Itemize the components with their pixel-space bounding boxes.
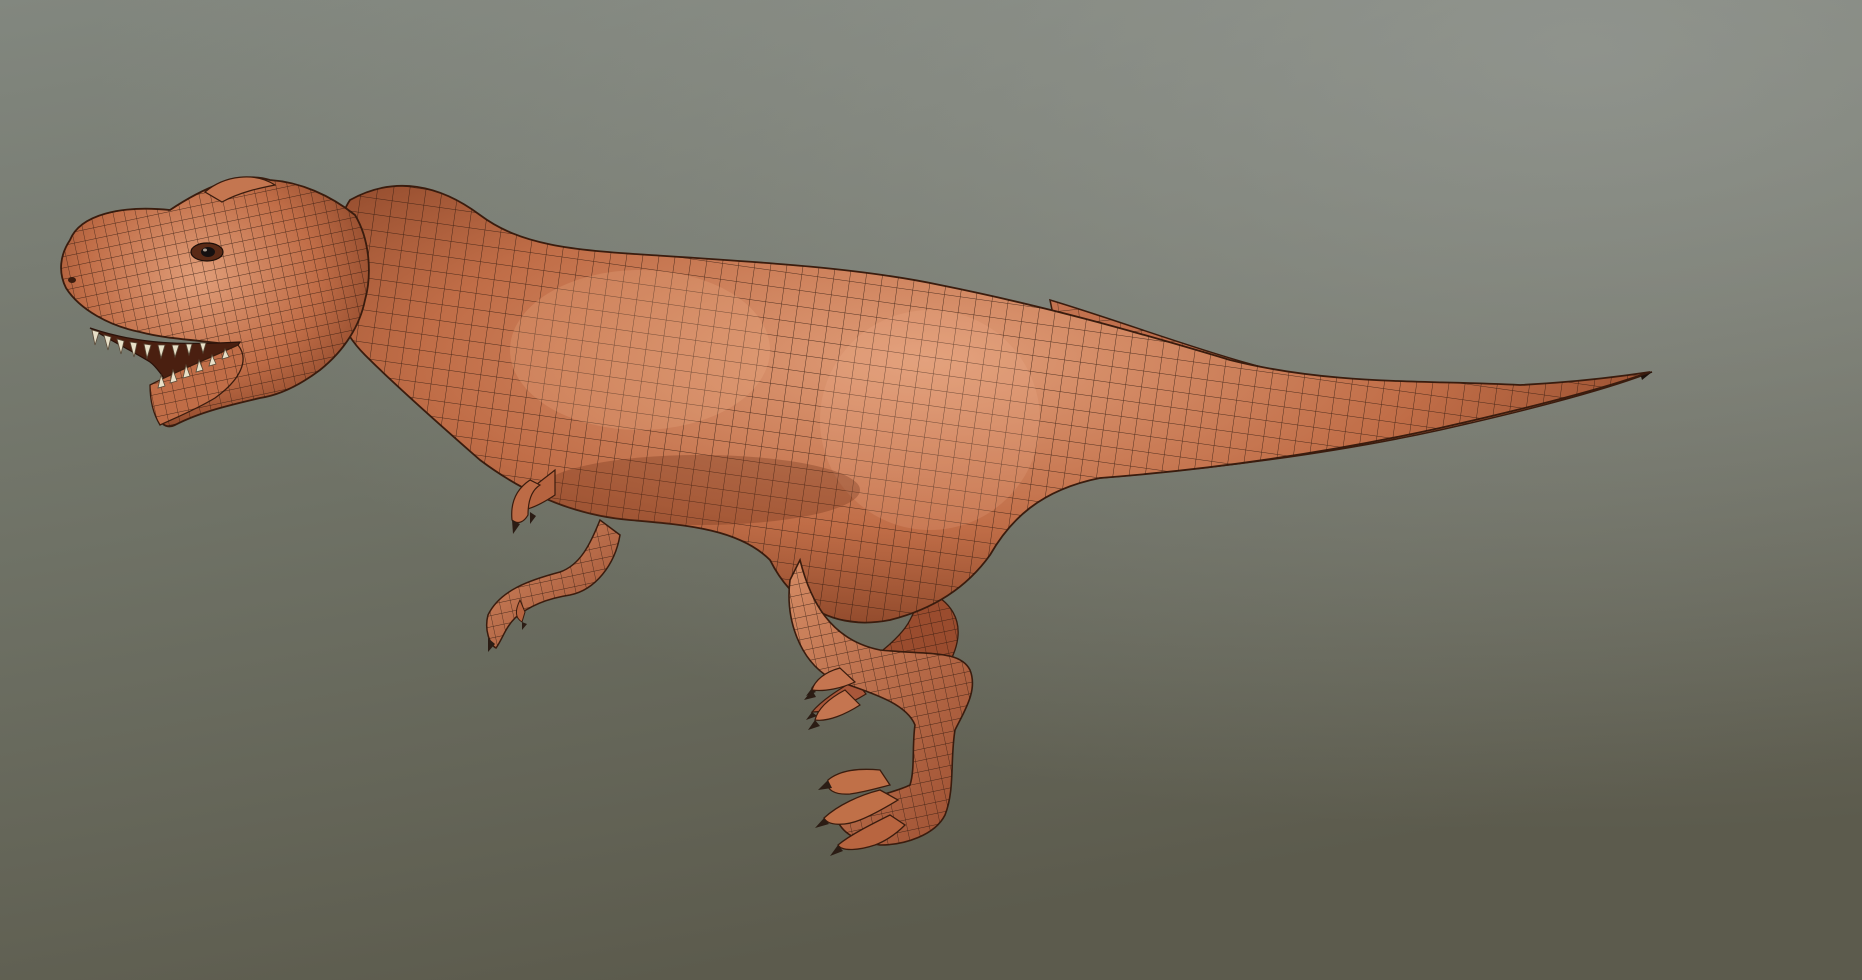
eye [190, 242, 224, 262]
arm-near [485, 518, 621, 652]
head [60, 176, 370, 428]
t-rex-model[interactable] [0, 0, 1862, 980]
3d-viewport[interactable] [0, 0, 1862, 980]
